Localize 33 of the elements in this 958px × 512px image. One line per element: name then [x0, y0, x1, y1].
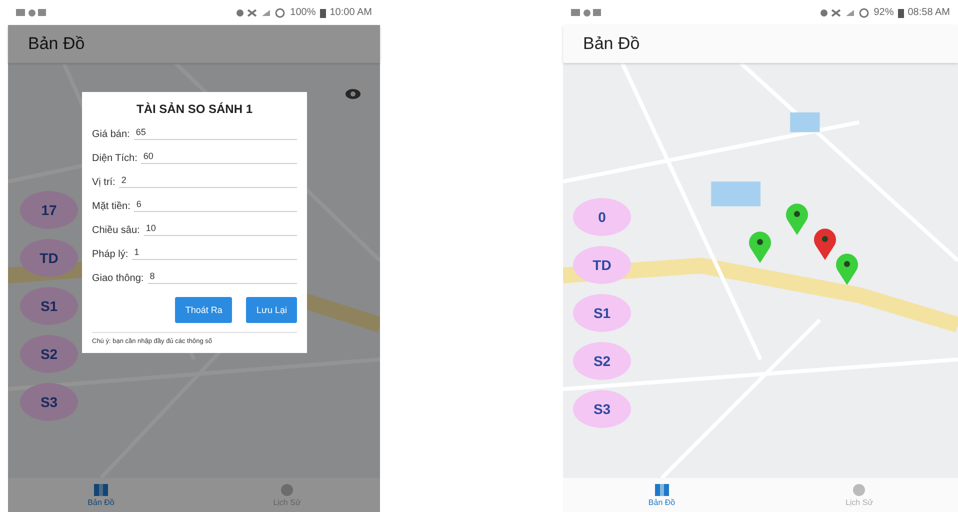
field-label: Giao thông:: [92, 273, 144, 284]
dialog-button[interactable]: Thoát Ra: [175, 297, 232, 323]
status-icons: [16, 8, 46, 18]
field-label: Mặt tiền:: [92, 201, 130, 212]
field-label: Giá bán:: [92, 129, 130, 140]
screen-title: Bản Đồ: [583, 34, 640, 54]
field-label: Pháp lý:: [92, 249, 128, 260]
status-time: 08:58 AM: [908, 7, 950, 18]
map-pin-icon[interactable]: [813, 228, 837, 260]
screen-title: Bản Đồ: [28, 34, 85, 54]
dialog-button[interactable]: Lưu Lại: [246, 297, 297, 323]
map-pin-icon[interactable]: [835, 253, 859, 285]
status-icons: [820, 8, 870, 18]
status-icons: [236, 8, 286, 18]
map-pin-icon[interactable]: [748, 231, 772, 263]
eye-icon: [345, 88, 361, 100]
dialog-title: TÀI SẢN SO SÁNH 1: [135, 102, 254, 116]
tab-button[interactable]: Bản Đồ: [563, 478, 760, 512]
map-pin-icon[interactable]: [785, 203, 809, 235]
battery-icon: [320, 8, 326, 18]
status-icons: [571, 8, 601, 18]
battery-percent: 92%: [874, 7, 894, 18]
map-icon: [654, 484, 669, 496]
field-label: Chiều sâu:: [92, 225, 140, 236]
battery-percent: 100%: [290, 7, 316, 18]
field-label: Diện Tích:: [92, 153, 138, 164]
field-label: Vị trí:: [92, 177, 116, 188]
status-time: 10:00 AM: [330, 7, 372, 18]
battery-icon: [898, 8, 904, 18]
tab-button[interactable]: Bản Đồ: [8, 478, 194, 512]
circle-icon: [280, 484, 294, 496]
map-icon: [94, 484, 108, 496]
circle-icon: [852, 484, 866, 496]
